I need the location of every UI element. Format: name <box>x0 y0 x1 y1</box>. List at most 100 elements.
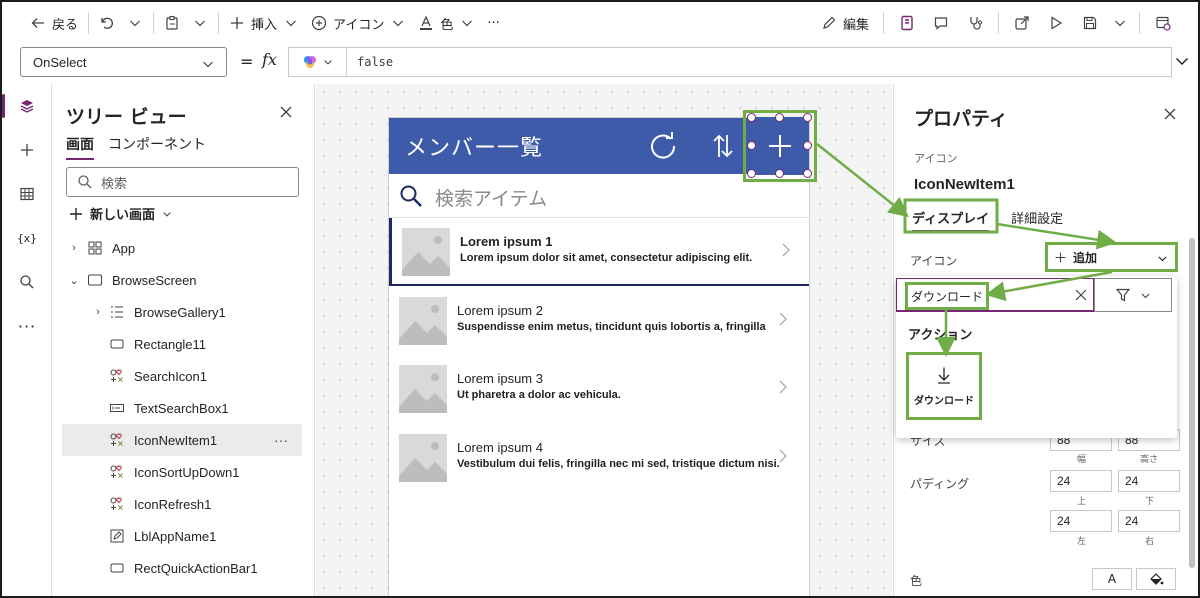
chevron-right-icon[interactable]: › <box>68 242 80 254</box>
download-icon-option[interactable]: ダウンロード <box>906 352 982 420</box>
tab-screens[interactable]: 画面 <box>66 134 94 160</box>
tree-search-input[interactable]: 検索 <box>66 167 299 197</box>
insert-button[interactable]: 挿入 <box>223 8 305 38</box>
color-menu-button[interactable]: 色 <box>412 8 481 38</box>
resize-handle[interactable] <box>775 169 784 178</box>
gallery-item-subtitle: Suspendisse enim metus, tincidunt quis l… <box>457 320 766 333</box>
more-rail-button[interactable]: ··· <box>2 304 52 348</box>
gallery-item[interactable]: Lorem ipsum 3 Ut pharetra a dolor ac vehi… <box>389 355 809 423</box>
app-icon <box>86 240 104 256</box>
expand-formula-icon[interactable] <box>1174 53 1190 69</box>
save-button[interactable] <box>1075 8 1105 38</box>
divider <box>153 12 155 34</box>
chevron-right-icon[interactable] <box>777 379 789 395</box>
resize-handle[interactable] <box>747 141 756 150</box>
tree-node[interactable]: ⌄ BrowseScreen <box>52 264 315 296</box>
paste-dropdown[interactable] <box>186 8 214 38</box>
sort-up-down-icon[interactable] <box>707 130 739 162</box>
tree-node[interactable]: › App <box>52 232 315 264</box>
edit-button[interactable]: 編集 <box>815 8 875 38</box>
control-name: IconNewItem1 <box>914 176 1015 193</box>
resize-handle[interactable] <box>803 169 812 178</box>
back-button[interactable]: 戻る <box>24 8 84 38</box>
notebook-icon <box>901 15 913 31</box>
icon-dropdown[interactable]: 追加 <box>1045 242 1178 272</box>
property-dropdown[interactable]: OnSelect <box>20 47 227 77</box>
play-icon <box>1051 16 1063 30</box>
tree-node[interactable]: IconSortUpDown1 <box>52 456 315 488</box>
padding-top-input[interactable]: 24 <box>1050 470 1112 492</box>
chevron-down-icon <box>286 20 296 27</box>
node-more-button[interactable]: ··· <box>274 432 288 448</box>
health-button[interactable] <box>960 8 990 38</box>
fill-color-button[interactable] <box>1136 568 1176 590</box>
refresh-icon[interactable] <box>647 130 679 162</box>
search-icon <box>400 185 422 207</box>
tab-advanced[interactable]: 詳細設定 <box>1011 208 1063 232</box>
properties-scrollbar[interactable] <box>1189 238 1195 568</box>
close-icon[interactable] <box>1073 287 1089 303</box>
resize-handle[interactable] <box>747 169 756 178</box>
tab-components[interactable]: コンポーネント <box>108 134 206 160</box>
gallery-item[interactable]: Lorem ipsum 4 Vestibulum dui felis, fring… <box>389 424 809 492</box>
chevron-right-icon[interactable]: › <box>92 306 104 318</box>
copilot-button[interactable] <box>289 48 347 76</box>
tree-node[interactable]: › BrowseGallery1 <box>52 296 315 328</box>
insert-rail-button[interactable] <box>2 128 52 172</box>
filter-button[interactable] <box>1094 278 1172 312</box>
formula-text: false <box>357 55 394 69</box>
chevron-down-icon <box>323 60 332 65</box>
tree-node[interactable]: Rectangle11 <box>52 328 315 360</box>
icon-search-input[interactable]: ダウンロード <box>896 278 1094 312</box>
publish-button[interactable] <box>1148 8 1178 38</box>
close-icon[interactable] <box>1162 106 1178 122</box>
data-rail-button[interactable] <box>2 172 52 216</box>
tab-display[interactable]: ディスプレイ <box>912 208 990 232</box>
play-button[interactable] <box>1041 8 1071 38</box>
padding-left-input[interactable]: 24 <box>1050 510 1112 532</box>
undo-dropdown[interactable] <box>121 8 149 38</box>
app-checker-button[interactable] <box>892 8 922 38</box>
padding-bottom-input[interactable]: 24 <box>1118 470 1180 492</box>
tree-view-rail-button[interactable] <box>2 84 52 128</box>
more-button[interactable]: ··· <box>481 8 505 38</box>
paste-button[interactable] <box>158 8 186 38</box>
share-button[interactable] <box>1007 8 1037 38</box>
chevron-right-icon[interactable] <box>777 311 789 327</box>
resize-handle[interactable] <box>803 113 812 122</box>
tree-node[interactable]: RectQuickActionBar1 <box>52 552 315 584</box>
gallery-item[interactable]: Lorem ipsum 1 Lorem ipsum dolor sit amet,… <box>389 218 809 286</box>
undo-button[interactable] <box>93 8 121 38</box>
tree-node[interactable]: IconNewItem1 ··· <box>62 424 302 456</box>
gallery-item[interactable]: Lorem ipsum 2 Suspendisse enim metus, tin… <box>389 287 809 355</box>
tree-node[interactable]: LblAppName1 <box>52 520 315 552</box>
padding-right-input[interactable]: 24 <box>1118 510 1180 532</box>
tree-node[interactable]: SearchIcon1 <box>52 360 315 392</box>
chevron-down-icon <box>462 20 473 27</box>
close-icon[interactable] <box>278 104 294 120</box>
font-color-button[interactable]: A <box>1092 568 1132 590</box>
resize-handle[interactable] <box>747 113 756 122</box>
resize-handle[interactable] <box>775 113 784 122</box>
chevron-right-icon[interactable] <box>777 448 789 464</box>
text-color-icon <box>420 15 433 30</box>
toolbar-right: 編集 <box>815 8 1178 38</box>
tree-node[interactable]: TextSearchBox1 <box>52 392 315 424</box>
rectangle-icon <box>108 336 126 352</box>
formula-input[interactable]: false <box>288 47 1172 77</box>
save-dropdown[interactable] <box>1109 8 1131 38</box>
comments-button[interactable] <box>926 8 956 38</box>
color-menu-label: 色 <box>440 17 454 33</box>
pencil-icon <box>823 16 836 29</box>
resize-handle[interactable] <box>803 141 812 150</box>
chevron-right-icon[interactable] <box>780 242 792 258</box>
tree-node[interactable]: IconRefresh1 <box>52 488 315 520</box>
variables-rail-button[interactable]: {x} <box>2 216 52 260</box>
new-screen-button[interactable]: 新しい画面 <box>68 204 173 223</box>
tree-node-list: › App ⌄ BrowseScreen › BrowseGallery1 Rectangl… <box>52 232 315 584</box>
search-rail-button[interactable] <box>2 260 52 304</box>
chevron-down-icon[interactable]: ⌄ <box>68 274 80 287</box>
tree-tabs: 画面 コンポーネント <box>66 134 206 160</box>
icon-menu-button[interactable]: アイコン <box>305 8 412 38</box>
download-option-label: ダウンロード <box>914 395 974 407</box>
